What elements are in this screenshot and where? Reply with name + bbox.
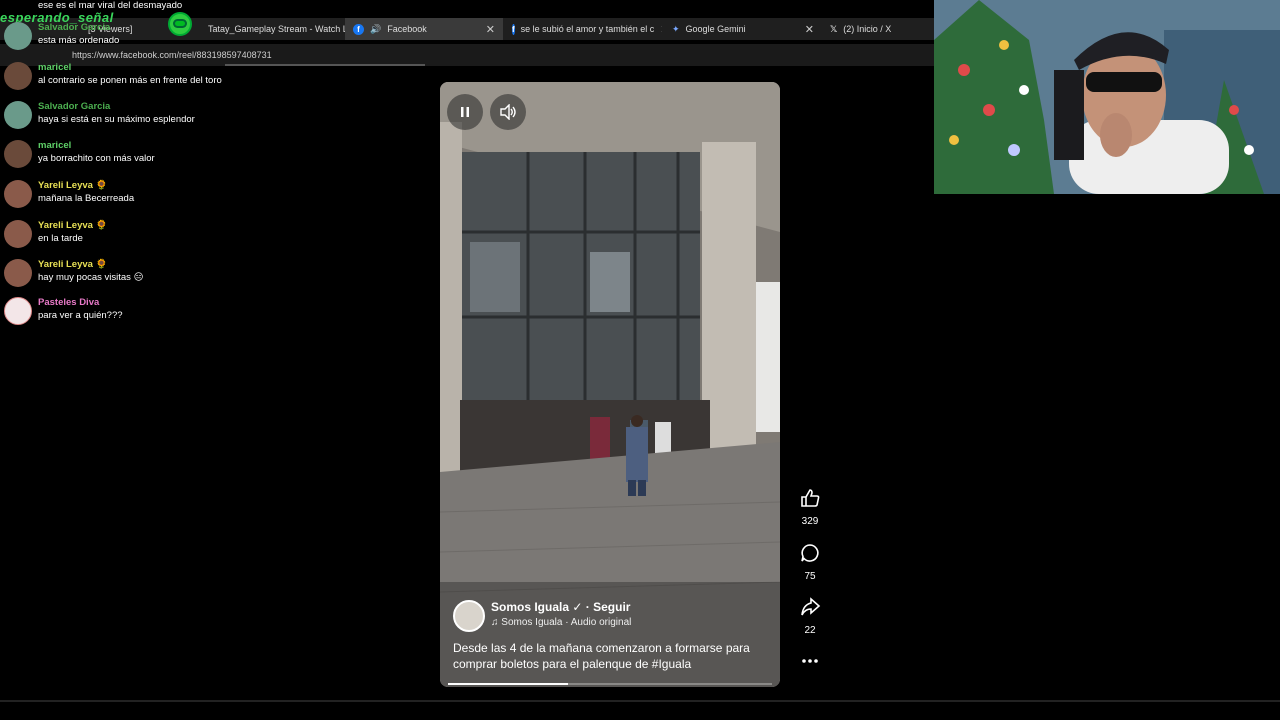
taskbar-edge — [0, 700, 1280, 702]
comment-button[interactable]: 75 — [796, 542, 824, 582]
comment-count: 75 — [804, 571, 816, 582]
reel-video[interactable]: Somos Iguala ✓ · Seguir ♫ Somos Iguala ·… — [440, 82, 780, 687]
chat-text: mañana la Becerreada — [38, 193, 135, 204]
gemini-icon: ✦ — [672, 23, 680, 34]
chat-text: esta más ordenado — [38, 35, 120, 46]
more-icon — [802, 659, 818, 663]
seek-progress — [448, 683, 568, 685]
chat-text: hay muy pocas visitas 😑 — [38, 272, 144, 283]
pause-icon — [461, 107, 469, 117]
author-name[interactable]: Somos Iguala — [491, 600, 569, 614]
tab-label: Facebook — [387, 24, 427, 34]
comment-icon — [801, 544, 819, 562]
avatar — [4, 259, 32, 287]
chat-text: en la tarde — [38, 233, 83, 244]
tab-fb-post[interactable]: f se le subió el amor y también el c ✕ — [504, 18, 662, 40]
speaker-icon[interactable]: 🔊 — [370, 24, 381, 35]
avatar — [4, 101, 32, 129]
share-button[interactable]: 22 — [796, 596, 824, 636]
avatar — [4, 220, 32, 248]
speaker-icon — [500, 104, 516, 120]
chat-text: ese es el mar viral del desmayado — [38, 0, 183, 11]
avatar — [4, 140, 32, 168]
chat-message: Pasteles Diva para ver a quién??? — [4, 297, 123, 325]
like-button[interactable]: 329 — [796, 487, 824, 527]
avatar — [4, 297, 32, 325]
chat-message: maricel ya borrachito con más valor — [4, 140, 155, 168]
share-count: 22 — [804, 625, 816, 636]
chat-message: Salvador Garcia haya si está en su máxim… — [4, 101, 195, 129]
chat-message: Yareli Leyva 🌻 hay muy pocas visitas 😑 — [4, 259, 143, 287]
load-progress — [225, 64, 425, 66]
chat-text: al contrario se ponen más en frente del … — [38, 75, 222, 86]
chat-username: Yareli Leyva 🌻 — [38, 220, 108, 231]
chat-text: para ver a quién??? — [38, 310, 123, 321]
close-icon[interactable]: ✕ — [660, 23, 662, 36]
avatar — [4, 180, 32, 208]
chat-message: maricel al contrario se ponen más en fre… — [4, 62, 222, 90]
share-icon — [801, 597, 821, 616]
pause-button[interactable] — [447, 94, 483, 130]
chat-username: maricel — [38, 140, 72, 151]
thumbs-up-icon — [801, 489, 820, 507]
music-note-icon: ♫ — [491, 617, 499, 628]
close-icon[interactable]: ✕ — [805, 23, 814, 36]
streamer-logo-icon — [168, 12, 192, 36]
tab-gemini[interactable]: ✦ Google Gemini ✕ — [664, 18, 822, 40]
chat-message: Salvador Garcia esta más ordenado — [4, 22, 119, 50]
chat-username: Salvador Garcia — [38, 101, 111, 112]
chat-username: Salvador Garcia — [38, 22, 111, 33]
facebook-icon: f — [512, 23, 515, 35]
volume-button[interactable] — [490, 94, 526, 130]
audio-label[interactable]: Somos Iguala · Audio original — [501, 617, 631, 628]
tab-x[interactable]: 𝕏 (2) Inicio / X — [822, 18, 934, 40]
video-frame — [440, 82, 780, 687]
tab-label: se le subió el amor y también el c — [520, 24, 655, 34]
author-avatar[interactable] — [453, 600, 485, 632]
webcam-image — [934, 0, 1280, 194]
avatar — [4, 62, 32, 90]
url-text: https://www.facebook.com/reel/8831985974… — [72, 50, 272, 60]
tab-tatay-stream[interactable]: Tatay_Gameplay Stream - Watch L ✕ — [200, 18, 345, 40]
close-icon[interactable]: ✕ — [486, 23, 495, 36]
tab-label: Google Gemini — [685, 24, 746, 34]
chat-username: Pasteles Diva — [38, 297, 100, 308]
reel-author: Somos Iguala ✓ · Seguir ♫ Somos Iguala ·… — [453, 600, 631, 632]
chat-text: ya borrachito con más valor — [38, 153, 155, 164]
chat-message: ese es el mar viral del desmayado — [38, 0, 182, 11]
avatar — [4, 22, 32, 50]
chat-message: Yareli Leyva 🌻 en la tarde — [4, 220, 107, 248]
chat-message: Yareli Leyva 🌻 mañana la Becerreada — [4, 180, 134, 208]
facebook-icon: f — [353, 23, 364, 35]
x-icon: 𝕏 — [830, 23, 838, 34]
reel-caption: Desde las 4 de la mañana comenzaron a fo… — [453, 641, 750, 671]
webcam-feed — [934, 0, 1280, 194]
like-count: 329 — [801, 516, 819, 527]
follow-button[interactable]: · Seguir — [586, 600, 631, 614]
tab-label: (2) Inicio / X — [843, 24, 892, 34]
more-options-button[interactable] — [796, 650, 824, 677]
tab-label: Tatay_Gameplay Stream - Watch L — [208, 24, 345, 34]
verified-icon: ✓ — [572, 600, 583, 614]
tab-facebook[interactable]: f 🔊 Facebook ✕ — [345, 18, 503, 40]
chat-username: Yareli Leyva 🌻 — [38, 259, 108, 270]
chat-text: haya si está en su máximo esplendor — [38, 114, 195, 125]
video-seek-bar[interactable] — [448, 683, 772, 685]
chat-username: maricel — [38, 62, 72, 73]
chat-username: Yareli Leyva 🌻 — [38, 180, 108, 191]
